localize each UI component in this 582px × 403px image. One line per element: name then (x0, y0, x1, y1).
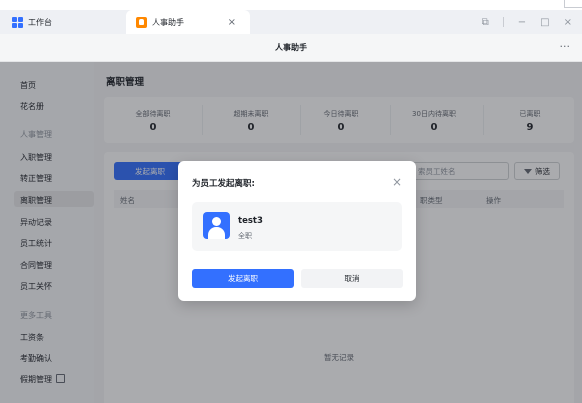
hr-assistant-icon (136, 16, 147, 28)
close-icon[interactable]: × (392, 175, 402, 189)
more-icon[interactable]: ··· (560, 40, 571, 53)
avatar (203, 212, 230, 239)
tab-hr-assistant-label: 人事助手 (152, 17, 184, 27)
window-close-icon[interactable]: × (564, 17, 572, 28)
divider (502, 17, 504, 27)
app-header: 人事助手 ··· (0, 34, 582, 62)
start-resignation-dialog: 为员工发起离职: × test3 全职 发起离职 取消 (178, 161, 416, 301)
tab-workbench[interactable]: 工作台 (12, 10, 122, 34)
maximize-icon[interactable]: □ (540, 17, 549, 28)
employee-name: test3 (238, 216, 263, 226)
window-controls: ⧉ − □ × (482, 10, 572, 34)
tab-workbench-label: 工作台 (28, 17, 52, 27)
restore-icon[interactable]: ⧉ (482, 17, 489, 28)
corner-tab (564, 0, 582, 8)
app-title: 人事助手 (275, 43, 307, 52)
grid-icon (12, 16, 23, 28)
employee-card: test3 全职 (192, 202, 402, 251)
employee-type: 全职 (238, 232, 252, 240)
cancel-button[interactable]: 取消 (301, 269, 403, 288)
dialog-title: 为员工发起离职: (192, 179, 255, 189)
tab-hr-assistant[interactable]: 人事助手 × (126, 10, 250, 34)
title-bar: 工作台 人事助手 × ⧉ − □ × (0, 10, 582, 34)
minimize-icon[interactable]: − (518, 17, 526, 28)
confirm-resignation-button[interactable]: 发起离职 (192, 269, 294, 288)
tab-close-icon[interactable]: × (228, 17, 236, 28)
